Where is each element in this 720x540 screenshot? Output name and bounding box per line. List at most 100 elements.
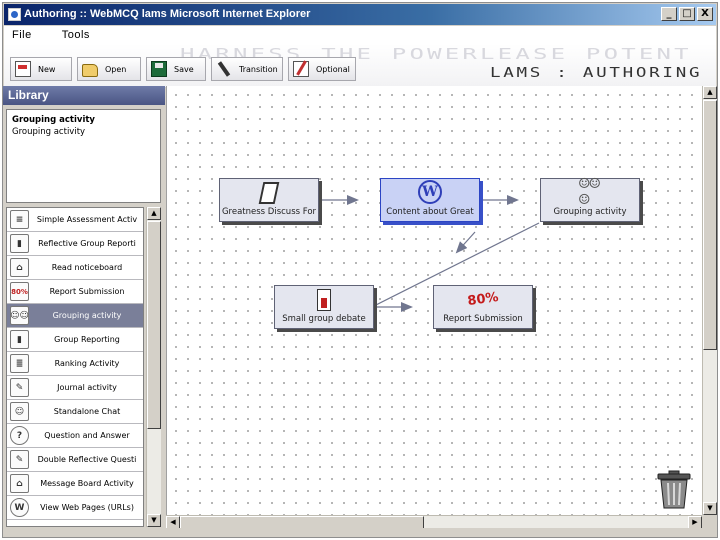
library-item-label: Reflective Group Reporti (38, 239, 136, 248)
group-icon: ☺☺ (10, 306, 29, 325)
activity-label: Greatness Discuss For (221, 207, 317, 217)
library-item-label: Ranking Activity (54, 359, 120, 368)
canvas-horizontal-scrollbar[interactable]: ◀ ▶ (166, 515, 702, 529)
new-button-label: New (38, 64, 56, 74)
library-item-label: View Web Pages (URLs) (40, 503, 134, 512)
library-item-label: Group Reporting (54, 335, 120, 344)
activity-label: Grouping activity (553, 207, 627, 217)
activity-node[interactable]: 80% Report Submission (433, 285, 533, 329)
library-item-grouping-activity[interactable]: ☺☺ Grouping activity (7, 304, 143, 328)
library-item-double-reflective-questi[interactable]: ✎ Double Reflective Questi (7, 448, 143, 472)
floppy-disk-icon (151, 61, 167, 77)
canvas-scroll-up-icon[interactable]: ▲ (703, 86, 717, 99)
web-icon: W (418, 180, 442, 204)
library-header: Library (3, 86, 165, 105)
library-item-report-submission[interactable]: 80% Report Submission (7, 280, 143, 304)
library-item-message-board-activity[interactable]: ⌂ Message Board Activity (7, 472, 143, 496)
library-item-label: Question and Answer (44, 431, 130, 440)
save-button[interactable]: Save (146, 57, 206, 81)
status-bar (3, 528, 717, 535)
debate-icon (317, 289, 331, 311)
scroll-up-icon[interactable]: ▲ (147, 207, 161, 220)
transition-button[interactable]: Transition (211, 57, 283, 81)
new-button[interactable]: New (10, 57, 72, 81)
optional-icon (293, 61, 309, 77)
library-description-heading: Grouping activity (12, 115, 95, 125)
report-icon: ▮ (10, 234, 29, 253)
toolbar: New Open Save Transition Optional (10, 57, 356, 81)
activity-node[interactable]: Small group debate (274, 285, 374, 329)
ie-app-icon (8, 8, 21, 21)
folder-icon (82, 64, 98, 77)
ranking-icon: ≣ (10, 354, 29, 373)
activity-node[interactable]: Greatness Discuss For (219, 178, 319, 222)
library-item-question-and-answer[interactable]: ? Question and Answer (7, 424, 143, 448)
transition-button-label: Transition (239, 64, 278, 74)
library-description-text: Grouping activity (12, 127, 86, 137)
library-item-label: Report Submission (49, 287, 125, 296)
reflective-icon: ✎ (10, 450, 29, 469)
trash-bin-icon[interactable] (654, 470, 694, 510)
menu-tools[interactable]: Tools (62, 29, 90, 41)
library-item-ranking-activity[interactable]: ≣ Ranking Activity (7, 352, 143, 376)
open-button-label: Open (105, 64, 127, 74)
banner-brand: LAMS : AUTHORING (489, 66, 702, 81)
canvas-vscroll-thumb[interactable] (703, 100, 717, 350)
canvas-scroll-down-icon[interactable]: ▼ (703, 502, 717, 515)
library-item-standalone-chat[interactable]: ☺ Standalone Chat (7, 400, 143, 424)
scroll-down-icon[interactable]: ▼ (147, 514, 161, 527)
transition-arrow-3[interactable] (455, 231, 476, 254)
library-item-label: Read noticeboard (51, 263, 123, 272)
library-item-read-noticeboard[interactable]: ⌂ Read noticeboard (7, 256, 143, 280)
library-item-label: Standalone Chat (53, 407, 121, 416)
noticeboard-icon (258, 182, 280, 204)
library-item-group-reporting[interactable]: ▮ Group Reporting (7, 328, 143, 352)
activity-node[interactable]: ☺☺☺ Grouping activity (540, 176, 640, 222)
noticeboard-icon: ⌂ (10, 258, 29, 277)
optional-button[interactable]: Optional (288, 57, 356, 81)
title-bar: Authoring :: WebMCQ lams Microsoft Inter… (4, 4, 716, 25)
report-icon: ▮ (10, 330, 29, 349)
chat-icon: ☺ (10, 402, 29, 421)
pen-icon (213, 58, 235, 80)
question-icon: ? (10, 426, 29, 445)
group-icon: ☺☺☺ (578, 176, 601, 208)
open-button[interactable]: Open (77, 57, 141, 81)
menu-file[interactable]: File (12, 29, 32, 41)
library-item-label: Message Board Activity (40, 479, 134, 488)
message-board-icon: ⌂ (10, 474, 29, 493)
web-icon: W (10, 498, 29, 517)
library-scrollbar[interactable]: ▲ ▼ (146, 207, 161, 527)
library-item-view-web-pages-urls[interactable]: W View Web Pages (URLs) (7, 496, 143, 520)
library-item-label: Journal activity (57, 383, 117, 392)
activity-label: Report Submission (443, 314, 523, 324)
design-canvas[interactable]: Greatness Discuss For W Content about Grea… (166, 86, 702, 515)
library-item-journal-activity[interactable]: ✎ Journal activity (7, 376, 143, 400)
library-scroll-thumb[interactable] (147, 221, 161, 429)
activity-label: Content about Great (386, 207, 474, 217)
library-item-reflective-group-reporti[interactable]: ▮ Reflective Group Reporti (7, 232, 143, 256)
close-button[interactable]: X (697, 7, 713, 21)
journal-icon: ✎ (10, 378, 29, 397)
library-item-label: Simple Assessment Activ (36, 215, 138, 224)
activity-node[interactable]: W Content about Great (380, 178, 480, 222)
library-item-simple-assessment-activ[interactable]: ≡ Simple Assessment Activ (7, 208, 143, 232)
window-controls: _ □ X (661, 7, 713, 21)
maximize-button[interactable]: □ (679, 7, 695, 21)
library-list: ≡ Simple Assessment Activ ▮ Reflective Grou… (6, 207, 144, 527)
optional-button-label: Optional (316, 64, 350, 74)
new-file-icon (15, 61, 31, 77)
window-title: Authoring :: WebMCQ lams Microsoft Inter… (24, 8, 311, 20)
canvas-vertical-scrollbar[interactable]: ▲ ▼ (702, 86, 717, 515)
library-item-label: Double Reflective Questi (37, 455, 137, 464)
activity-label: Small group debate (282, 314, 366, 324)
score-icon: 80% (466, 289, 500, 309)
score-icon: 80% (10, 282, 29, 301)
minimize-button[interactable]: _ (661, 7, 677, 21)
library-item-label: Grouping activity (52, 311, 122, 320)
checklist-icon: ≡ (10, 210, 29, 229)
library-description: Grouping activity Grouping activity (6, 109, 161, 203)
save-button-label: Save (174, 64, 194, 74)
menu-bar: File Tools (4, 26, 716, 44)
